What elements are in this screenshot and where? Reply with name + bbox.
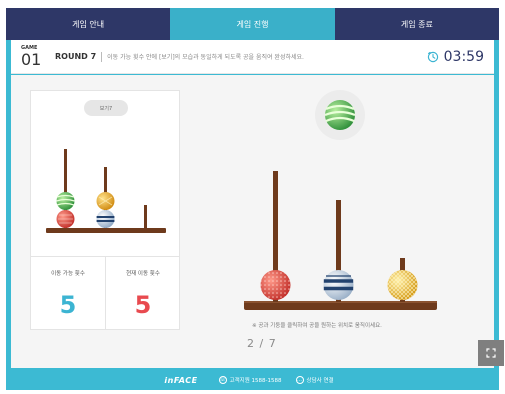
- timer-icon: [427, 51, 438, 63]
- hint-text: ※ 공과 기둥을 클릭하여 공을 원하는 위치로 움직이세요.: [252, 323, 382, 329]
- ball-red[interactable]: [260, 270, 291, 300]
- game-area: 보기7 이동 가능 횟수 5 현재 이동 횟수 5 ※ 공과 기둥을 클릭하여 …: [11, 75, 504, 368]
- tab-game-progress[interactable]: 게임 진행: [170, 8, 335, 40]
- fullscreen-icon: [486, 348, 496, 358]
- game-number-box: GAME 01: [11, 45, 47, 69]
- timer-value: 03:59: [443, 49, 484, 65]
- game-number: 01: [21, 49, 42, 69]
- tab-game-guide[interactable]: 게임 안내: [6, 8, 171, 40]
- round-bar: GAME 01 ROUND 7 이동 가능 횟수 안에 [보기]의 모습과 동일…: [11, 40, 494, 74]
- round-separator: [101, 51, 103, 62]
- footer-logo: inFACE: [164, 375, 198, 385]
- timer: 03:59: [427, 49, 484, 65]
- chat-icon: …: [295, 376, 304, 384]
- tab-game-end[interactable]: 게임 종료: [334, 8, 499, 40]
- footer-phone[interactable]: ☏ 고객지원 1588-1588: [218, 376, 282, 384]
- tab-bar: 게임 안내 게임 진행 게임 종료: [6, 8, 499, 40]
- game-tower: [244, 171, 437, 310]
- fullscreen-button[interactable]: [478, 340, 504, 366]
- footer-chat[interactable]: … 상담사 연결: [295, 376, 334, 384]
- round-title: ROUND 7: [55, 52, 97, 61]
- ball-blue[interactable]: [323, 270, 354, 300]
- footer: inFACE ☏ 고객지원 1588-1588 … 상담사 연결: [6, 370, 499, 390]
- page-indicator: 2 / 7: [247, 337, 277, 350]
- footer-phone-label: 고객지원 1588-1588: [229, 378, 282, 384]
- ball-gold[interactable]: [387, 270, 418, 300]
- footer-chat-label: 상담사 연결: [306, 378, 334, 384]
- round-instruction: 이동 가능 횟수 안에 [보기]의 모습과 동일하게 되도록 공을 움직여 완성…: [107, 54, 304, 61]
- phone-icon: ☏: [218, 376, 227, 384]
